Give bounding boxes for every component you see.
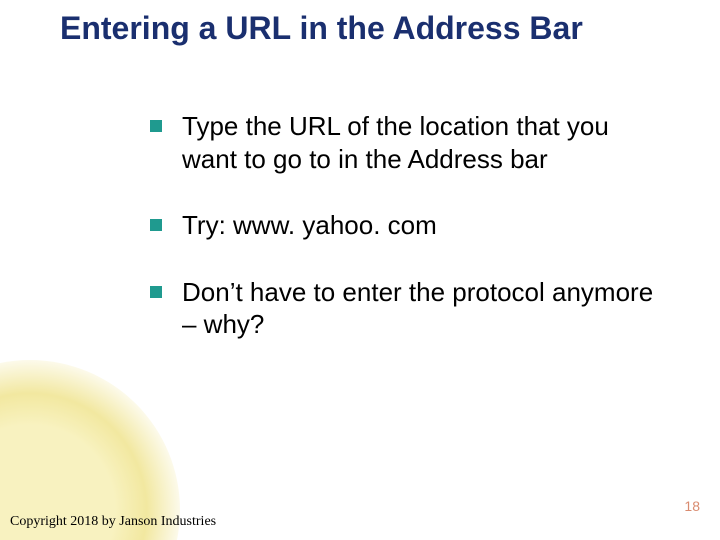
bullet-text: Don’t have to enter the protocol anymore…: [182, 276, 670, 341]
slide-title: Entering a URL in the Address Bar: [60, 10, 690, 47]
decorative-corner: [0, 360, 180, 540]
copyright-text: Copyright 2018 by Janson Industries: [10, 514, 216, 530]
bullet-icon: [150, 286, 162, 298]
list-item: Try: www. yahoo. com: [150, 209, 670, 242]
list-item: Type the URL of the location that you wa…: [150, 110, 670, 175]
bullet-text: Try: www. yahoo. com: [182, 209, 670, 242]
bullet-icon: [150, 120, 162, 132]
bullet-list: Type the URL of the location that you wa…: [150, 110, 670, 375]
list-item: Don’t have to enter the protocol anymore…: [150, 276, 670, 341]
bullet-text: Type the URL of the location that you wa…: [182, 110, 670, 175]
slide: Entering a URL in the Address Bar Type t…: [0, 0, 720, 540]
page-number: 18: [684, 498, 700, 514]
bullet-icon: [150, 219, 162, 231]
